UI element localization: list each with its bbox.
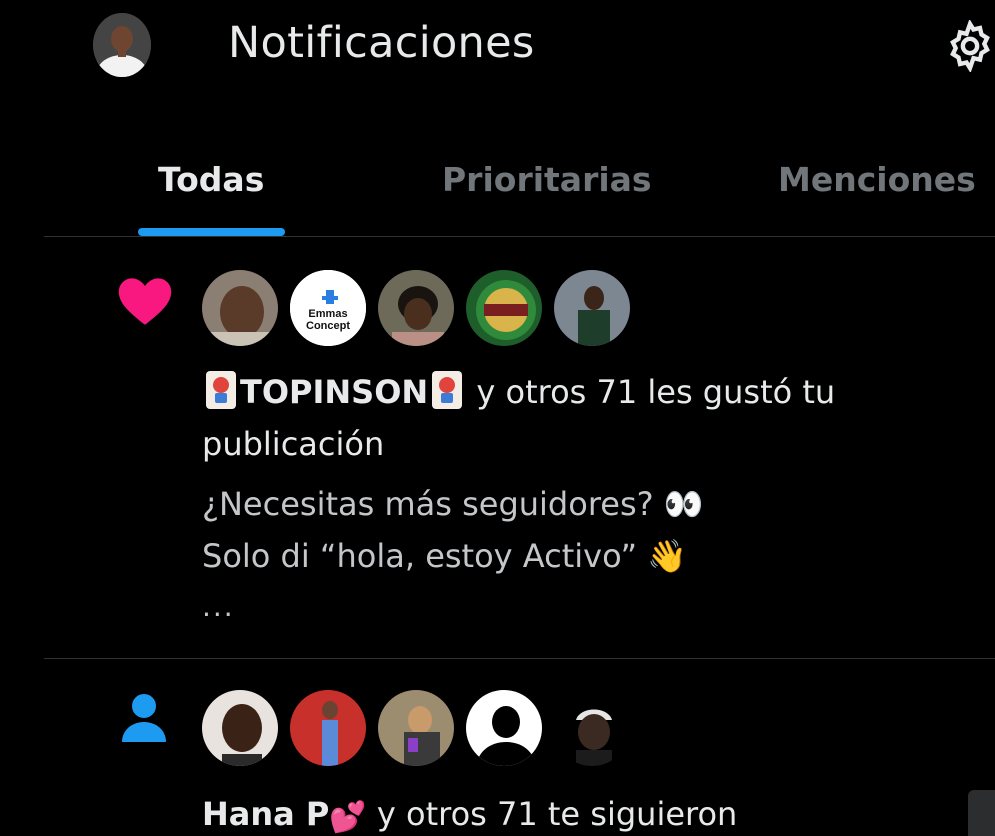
user-avatar-7[interactable] [288,688,368,768]
notification-tabs: Todas Prioritarias Menciones [0,150,995,240]
page-title: Notificaciones [228,18,535,68]
follow-action-text: y otros 71 te siguieron [366,795,738,833]
default-avatar[interactable] [464,688,544,768]
emmas-concept-avatar[interactable]: Emmas Concept [288,268,368,348]
emmas-concept-label: Emmas Concept [306,308,350,332]
liker-name[interactable]: TOPINSON [240,373,428,411]
two-hearts-emoji: 💕 [329,800,367,835]
scroll-handle[interactable] [968,790,995,836]
tab-todas[interactable]: Todas [158,160,264,199]
person-icon [120,692,168,748]
joker-card-emoji [432,371,463,409]
user-avatar-3[interactable] [376,268,456,348]
divider [44,236,995,237]
follower-avatars [200,688,632,768]
user-avatar-1[interactable] [200,268,280,348]
joker-card-emoji [206,371,236,409]
like-notification-text[interactable]: TOPINSON y otros 71 les gustó tu publica… [202,366,962,470]
divider [44,658,995,659]
user-avatar-10[interactable] [552,688,632,768]
gear-icon[interactable] [944,18,995,74]
tab-prioritarias[interactable]: Prioritarias [442,160,652,199]
profile-avatar[interactable] [93,13,151,77]
user-avatar-5[interactable] [552,268,632,348]
active-tab-indicator [138,228,285,236]
liker-avatars: Emmas Concept [200,268,632,348]
tab-menciones[interactable]: Menciones [778,160,976,199]
heart-icon [116,276,174,330]
post-preview-line-2: Solo di “hola, estoy Activo” 👋 [202,537,688,575]
more-text: ... [202,590,235,623]
user-avatar-6[interactable] [200,688,280,768]
user-avatar-8[interactable] [376,688,456,768]
follower-name[interactable]: Hana P [202,795,329,833]
group-logo-avatar[interactable] [464,268,544,348]
follow-notification-text[interactable]: Hana P💕 y otros 71 te siguieron [202,788,962,836]
post-preview-line-1: ¿Necesitas más seguidores? 👀 [202,485,704,523]
